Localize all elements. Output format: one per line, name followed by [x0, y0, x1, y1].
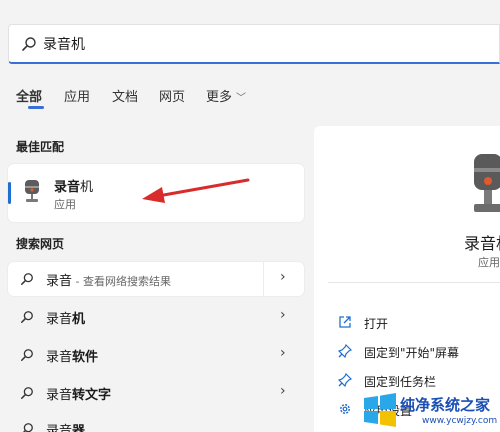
best-match-app-type: 应用: [54, 198, 76, 211]
tab-more[interactable]: 更多 ﹀: [206, 86, 246, 105]
search-bar[interactable]: 录音机: [8, 24, 500, 64]
chevron-right-icon: ›: [280, 269, 286, 285]
chevron-down-icon: ﹀: [236, 93, 247, 104]
preview-panel: 录音机 应用 打开 固定到"开始"屏幕 固定到任务栏 应用设置: [314, 126, 500, 432]
suggestion-label: 录音转文字: [46, 384, 111, 403]
suggestion-prefix: 录音: [46, 388, 73, 403]
app-name-match: 录音: [54, 180, 81, 195]
tab-documents[interactable]: 文档: [112, 86, 138, 105]
preview-app-name: 录音机: [464, 234, 500, 253]
chevron-right-icon: ›: [280, 307, 286, 323]
search-icon: [21, 273, 33, 285]
suggestion-completion: 器: [72, 424, 86, 432]
search-icon: [22, 423, 33, 432]
tab-more-label: 更多: [206, 90, 233, 105]
suggestion-completion: 软件: [72, 350, 99, 365]
web-search-row[interactable]: 录音 - 查看网络搜索结果 ›: [8, 262, 304, 296]
voice-recorder-large-icon: [474, 154, 500, 212]
red-arrow-annotation: [142, 178, 250, 203]
web-suggestion-row[interactable]: 录音机 ›: [8, 300, 304, 334]
preview-app-type: 应用: [478, 256, 500, 269]
site-watermark: 纯净系统之家 www.ycwjzy.com: [360, 388, 500, 432]
open-web-result-button[interactable]: ›: [263, 262, 304, 296]
best-match-title: 最佳匹配: [16, 140, 65, 154]
search-icon: [21, 349, 33, 361]
search-icon: [21, 387, 33, 399]
web-suggestion-row[interactable]: 录音转文字 ›: [8, 376, 304, 410]
pin-icon: [338, 373, 352, 387]
voice-recorder-icon: [25, 180, 39, 202]
suggestion-prefix: 录音: [46, 312, 73, 327]
chevron-right-icon: ›: [280, 383, 286, 399]
suggestion-label: 录音器: [46, 420, 85, 432]
best-match-app-name: 录音机: [54, 176, 93, 195]
open-suggestion-button[interactable]: ›: [264, 376, 304, 410]
windows-logo-icon: [364, 393, 396, 427]
tab-apps[interactable]: 应用: [64, 86, 90, 105]
suggestion-prefix: 录音: [46, 350, 73, 365]
action-pin-start-label: 固定到"开始"屏幕: [364, 346, 460, 360]
tab-all[interactable]: 全部: [16, 86, 42, 105]
search-icon: [21, 311, 33, 323]
selection-indicator: [8, 182, 11, 204]
suggestion-completion: 机: [72, 312, 86, 327]
open-suggestion-button[interactable]: ›: [264, 338, 304, 372]
pin-icon: [338, 344, 352, 358]
web-search-label: 录音 - 查看网络搜索结果: [46, 270, 171, 289]
app-name-rest: 机: [80, 180, 94, 195]
chevron-right-icon: ›: [280, 345, 286, 361]
action-open-label: 打开: [364, 317, 389, 331]
suggestion-label: 录音机: [46, 308, 85, 327]
divider: [328, 282, 500, 283]
web-suggestion-row[interactable]: 录音器: [8, 412, 304, 432]
open-suggestion-button[interactable]: ›: [264, 300, 304, 334]
query-text: 录音: [46, 274, 73, 289]
web-suggestion-row[interactable]: 录音软件 ›: [8, 338, 304, 372]
web-results-hint: - 查看网络搜索结果: [72, 275, 171, 288]
suggestion-prefix: 录音: [46, 424, 73, 432]
web-search-title: 搜索网页: [16, 237, 65, 251]
open-icon: [339, 316, 351, 328]
suggestion-label: 录音软件: [46, 346, 98, 365]
watermark-title: 纯净系统之家: [400, 396, 491, 414]
watermark-url: www.ycwjzy.com: [422, 416, 498, 426]
search-icon: [22, 37, 36, 51]
active-tab-indicator: [28, 106, 44, 109]
gear-icon: [340, 404, 350, 414]
search-input[interactable]: 录音机: [43, 34, 85, 54]
suggestion-completion: 转文字: [72, 388, 112, 403]
tab-web[interactable]: 网页: [159, 86, 185, 105]
